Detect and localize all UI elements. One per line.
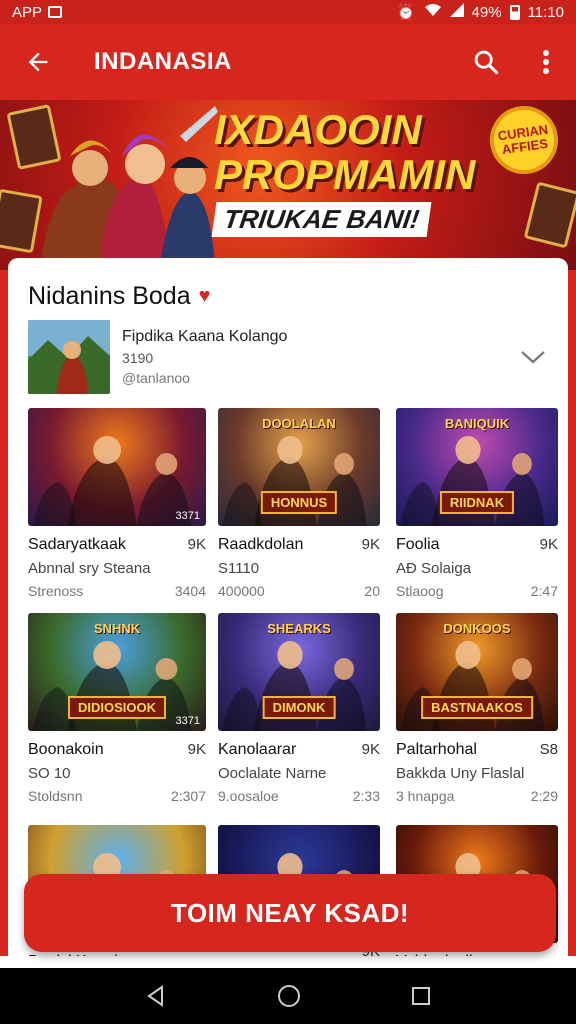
grid-item-artwork: 3371 xyxy=(28,408,206,526)
grid-item[interactable]: DOOLALAN HONNUS Raadkdolan 9K S1110 4000… xyxy=(218,408,380,599)
arrow-back-icon xyxy=(28,52,48,72)
grid-item-size: 9K xyxy=(361,536,380,553)
artwork-top-text: DOOLALAN xyxy=(262,416,336,431)
grid-item-meta-right: 2:307 xyxy=(170,788,206,804)
featured-label: @tanlanoo xyxy=(122,370,190,386)
app-label: APP xyxy=(12,3,43,21)
artwork-logo-text: BASTNAAKOS xyxy=(421,696,533,719)
next-row-peek xyxy=(0,956,576,968)
featured-count: 3190 xyxy=(122,350,154,366)
grid-item-artwork: DOOLALAN HONNUS xyxy=(218,408,380,526)
grid-item-artwork: SHEARKS DIMONK xyxy=(218,613,380,731)
content-sheet: Nidanins Boda ♥ Fipdika Kaana Kolango 31… xyxy=(8,258,568,970)
section-title-text: Nidanins Boda xyxy=(28,282,191,310)
featured-title: Fipdika Kaana Kolango xyxy=(122,328,288,345)
more-vert-icon xyxy=(543,50,549,74)
battery-percent: 49% xyxy=(471,3,502,21)
grid-item[interactable]: DONKOOS BASTNAAKOS Paltarhohal S8 Bakkda… xyxy=(396,613,558,804)
grid-item-title: Raadkdolan xyxy=(218,536,304,553)
grid-item-meta-left: 400000 xyxy=(218,583,265,599)
notification-icon xyxy=(48,6,63,18)
grid-item-meta-right: 3404 xyxy=(174,583,206,599)
grid-item-subtitle: Abnnal sry Steana xyxy=(28,560,151,577)
artwork-top-text: SHEARKS xyxy=(267,621,331,636)
battery-icon xyxy=(509,4,520,20)
search-button[interactable] xyxy=(456,24,516,100)
banner-line-2: PROPMAMIN xyxy=(214,151,476,198)
grid-item-meta-left: Stoldsnn xyxy=(28,788,83,804)
wifi-icon xyxy=(424,3,442,21)
chevron-down-icon[interactable] xyxy=(518,342,548,372)
banner-line-1: IXDAOOIN xyxy=(214,106,422,153)
clock: 11:10 xyxy=(527,3,564,21)
primary-cta-button[interactable]: TOIM NEAY KSAD! xyxy=(24,874,556,952)
grid-item-meta-left: Stlaoog xyxy=(396,583,444,599)
artwork-logo-text: HONNUS xyxy=(260,491,338,514)
signal-icon xyxy=(449,3,464,21)
grid-item-size: 9K xyxy=(539,536,558,553)
grid-item-artwork: BANIQUIK RIIDNAK xyxy=(396,408,558,526)
grid-item-size: 9K xyxy=(187,741,206,758)
status-bar: APP ⏰ 49% 11:10 xyxy=(0,0,576,24)
section-title: Nidanins Boda ♥ xyxy=(28,282,211,311)
grid-item-size: S8 xyxy=(539,741,558,758)
search-icon xyxy=(474,50,499,75)
grid-item[interactable]: SNHNK DIDIOSIOOK 3371 Boonakoin 9K SO 10… xyxy=(28,613,206,804)
grid-item-subtitle: AÐ Solaiga xyxy=(396,560,472,577)
promo-banner[interactable]: IXDAOOIN PROPMAMIN TRIUKAE BANI! CURIAN … xyxy=(0,100,576,270)
grid-item-title: Foolia xyxy=(396,536,440,553)
grid-item-size: 9K xyxy=(361,741,380,758)
grid-item-meta-right: 2:29 xyxy=(530,788,558,804)
grid-item-title: Sadaryatkaak xyxy=(28,536,126,553)
nav-back-icon[interactable] xyxy=(144,984,168,1008)
artwork-logo-text: DIMONK xyxy=(262,696,336,719)
banner-card-decoration xyxy=(523,181,576,249)
grid-item-size: 9K xyxy=(187,536,206,553)
more-button[interactable] xyxy=(516,24,576,100)
grid-item-subtitle: SO 10 xyxy=(28,765,71,782)
grid-item-meta-left: 3 hnapga xyxy=(396,788,455,804)
grid-item-meta-right: 2:47 xyxy=(530,583,558,599)
artwork-top-text: SNHNK xyxy=(93,621,141,636)
artwork-corner-text: 3371 xyxy=(175,510,200,522)
grid-item[interactable]: SHEARKS DIMONK Kanolaarar 9K Ooclalate N… xyxy=(218,613,380,804)
artwork-corner-text: 3371 xyxy=(175,715,200,727)
grid-item-title: Kanolaarar xyxy=(218,741,297,758)
grid-item[interactable]: BANIQUIK RIIDNAK Foolia 9K AÐ Solaiga St… xyxy=(396,408,558,599)
grid-item-artwork: SNHNK DIDIOSIOOK 3371 xyxy=(28,613,206,731)
grid-item-meta-right: 2:33 xyxy=(352,788,380,804)
artwork-logo-text: DIDIOSIOOK xyxy=(67,696,167,719)
nav-recents-icon[interactable] xyxy=(410,985,432,1007)
artwork-logo-text: RIIDNAK xyxy=(439,491,515,514)
banner-heroes-art xyxy=(40,106,218,266)
heart-icon: ♥ xyxy=(198,285,211,307)
nav-home-icon[interactable] xyxy=(276,983,302,1009)
banner-headline: IXDAOOIN PROPMAMIN TRIUKAE BANI! xyxy=(211,106,514,237)
artwork-top-text: DONKOOS xyxy=(443,621,511,636)
grid-item[interactable]: 3371 Sadaryatkaak 9K Abnnal sry Steana S… xyxy=(28,408,206,599)
grid-item-title: Paltarhohal xyxy=(396,741,477,758)
grid-item-meta-left: Strenoss xyxy=(28,583,84,599)
artwork-top-text: BANIQUIK xyxy=(444,416,510,431)
grid-item-meta-right: 20 xyxy=(364,583,380,599)
alarm-icon: ⏰ xyxy=(396,4,416,21)
banner-line-3: TRIUKAE BANI! xyxy=(211,202,432,237)
system-nav-bar xyxy=(0,968,576,1024)
app-title: INDANASIA xyxy=(94,48,232,75)
grid-item-subtitle: Bakkda Uny Flaslal xyxy=(396,765,525,782)
grid-item-meta-left: 9.oosaloe xyxy=(218,788,279,804)
grid-item-artwork: DONKOOS BASTNAAKOS xyxy=(396,613,558,731)
featured-row[interactable]: Fipdika Kaana Kolango 3190 @tanlanoo xyxy=(28,320,548,396)
grid-item-subtitle: S1110 xyxy=(218,560,260,577)
back-button[interactable] xyxy=(0,24,76,100)
featured-thumbnail xyxy=(28,320,110,394)
app-bar: INDANASIA xyxy=(0,24,576,100)
grid-item-title: Boonakoin xyxy=(28,741,104,758)
grid-item-subtitle: Ooclalate Narne xyxy=(218,765,327,782)
